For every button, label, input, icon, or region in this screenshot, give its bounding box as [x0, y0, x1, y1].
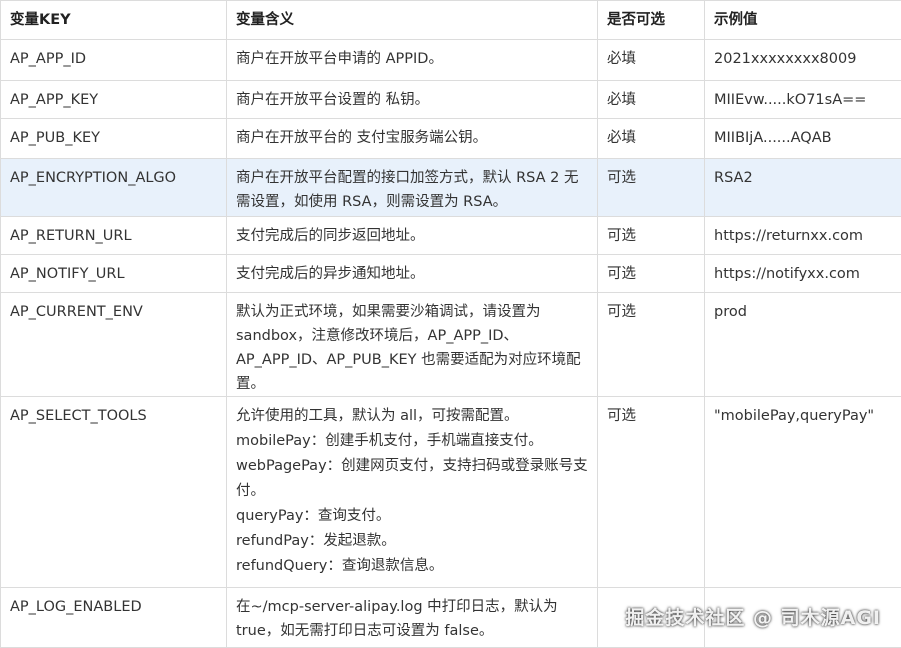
cell-optional: 必填 [598, 81, 705, 119]
desc-line: queryPay：查询支付。 [236, 504, 588, 529]
watermark: 掘金技术社区 @ 司木源AGI [625, 603, 881, 630]
cell-key: AP_CURRENT_ENV [1, 293, 227, 397]
cell-optional: 可选 [598, 397, 705, 588]
desc-line: refundPay：发起退款。 [236, 529, 588, 554]
cell-key: AP_RETURN_URL [1, 217, 227, 255]
table-row: AP_ENCRYPTION_ALGO 商户在开放平台配置的接口加签方式，默认 R… [1, 159, 901, 217]
cell-example: MIIEvw.....kO71sA== [705, 81, 901, 119]
cell-example: https://returnxx.com [705, 217, 901, 255]
cell-desc: 商户在开放平台设置的 私钥。 [227, 81, 598, 119]
cell-example: 2021xxxxxxxx8009 [705, 40, 901, 81]
cell-key: AP_SELECT_TOOLS [1, 397, 227, 588]
cell-desc: 商户在开放平台申请的 APPID。 [227, 40, 598, 81]
cell-desc: 支付完成后的同步返回地址。 [227, 217, 598, 255]
header-optional: 是否可选 [598, 1, 705, 40]
header-key: 变量KEY [1, 1, 227, 40]
cell-optional: 必填 [598, 40, 705, 81]
cell-optional: 可选 [598, 293, 705, 397]
desc-line: webPagePay：创建网页支付，支持扫码或登录账号支付。 [236, 454, 588, 504]
cell-desc: 允许使用的工具，默认为 all，可按需配置。 mobilePay：创建手机支付，… [227, 397, 598, 588]
cell-desc: 商户在开放平台配置的接口加签方式，默认 RSA 2 无需设置，如使用 RSA，则… [227, 159, 598, 217]
cell-example: https://notifyxx.com [705, 255, 901, 293]
cell-key: AP_LOG_ENABLED [1, 588, 227, 648]
table-row: AP_RETURN_URL 支付完成后的同步返回地址。 可选 https://r… [1, 217, 901, 255]
cell-key: AP_ENCRYPTION_ALGO [1, 159, 227, 217]
cell-optional: 必填 [598, 119, 705, 159]
table-header-row: 变量KEY 变量含义 是否可选 示例值 [1, 1, 901, 40]
cell-example: "mobilePay,queryPay" [705, 397, 901, 588]
desc-line: 允许使用的工具，默认为 all，可按需配置。 [236, 404, 588, 429]
table-row: AP_SELECT_TOOLS 允许使用的工具，默认为 all，可按需配置。 m… [1, 397, 901, 588]
header-meaning: 变量含义 [227, 1, 598, 40]
cell-key: AP_APP_ID [1, 40, 227, 81]
cell-desc: 在~/mcp-server-alipay.log 中打印日志，默认为 true，… [227, 588, 598, 648]
cell-key: AP_APP_KEY [1, 81, 227, 119]
table-row: AP_CURRENT_ENV 默认为正式环境，如果需要沙箱调试，请设置为 san… [1, 293, 901, 397]
table-row: AP_PUB_KEY 商户在开放平台的 支付宝服务端公钥。 必填 MIIBIjA… [1, 119, 901, 159]
cell-optional: 可选 [598, 159, 705, 217]
table-row: AP_NOTIFY_URL 支付完成后的异步通知地址。 可选 https://n… [1, 255, 901, 293]
cell-key: AP_NOTIFY_URL [1, 255, 227, 293]
desc-line: mobilePay：创建手机支付，手机端直接支付。 [236, 429, 588, 454]
env-variables-table: 变量KEY 变量含义 是否可选 示例值 AP_APP_ID 商户在开放平台申请的… [0, 0, 901, 648]
cell-example: MIIBIjA......AQAB [705, 119, 901, 159]
desc-line: refundQuery：查询退款信息。 [236, 554, 588, 579]
cell-example: RSA2 [705, 159, 901, 217]
cell-desc: 支付完成后的异步通知地址。 [227, 255, 598, 293]
cell-desc: 默认为正式环境，如果需要沙箱调试，请设置为 sandbox，注意修改环境后，AP… [227, 293, 598, 397]
cell-optional: 可选 [598, 217, 705, 255]
table-row: AP_APP_KEY 商户在开放平台设置的 私钥。 必填 MIIEvw.....… [1, 81, 901, 119]
cell-desc: 商户在开放平台的 支付宝服务端公钥。 [227, 119, 598, 159]
cell-key: AP_PUB_KEY [1, 119, 227, 159]
header-example: 示例值 [705, 1, 901, 40]
table-row: AP_APP_ID 商户在开放平台申请的 APPID。 必填 2021xxxxx… [1, 40, 901, 81]
cell-optional: 可选 [598, 255, 705, 293]
cell-example: prod [705, 293, 901, 397]
